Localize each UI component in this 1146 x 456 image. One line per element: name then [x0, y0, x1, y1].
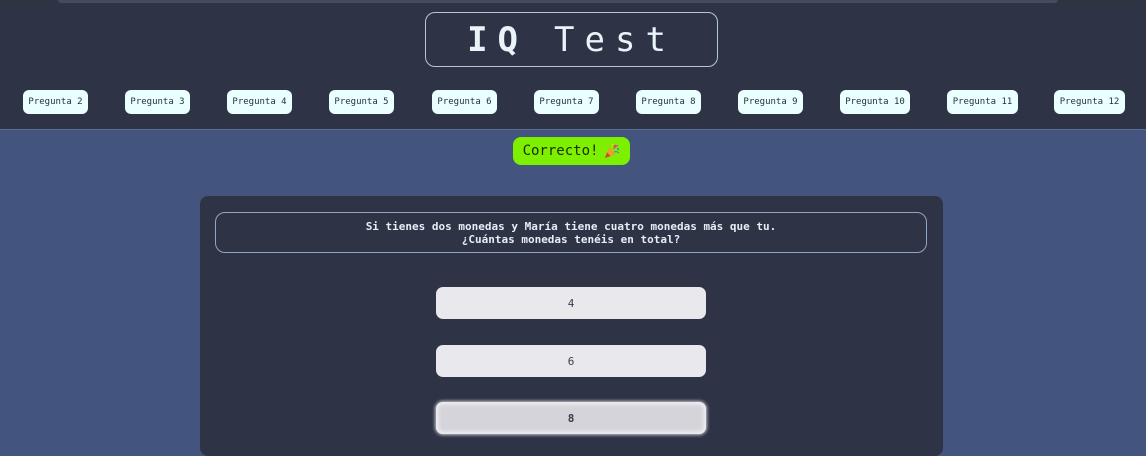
nav-question-3[interactable]: Pregunta 3: [125, 90, 190, 114]
nav-question-9[interactable]: Pregunta 9: [738, 90, 803, 114]
title-word: Test: [554, 19, 676, 60]
nav-question-5[interactable]: Pregunta 5: [329, 90, 394, 114]
nav-question-12[interactable]: Pregunta 12: [1054, 90, 1125, 114]
nav-question-2[interactable]: Pregunta 2: [23, 90, 88, 114]
nav-question-11[interactable]: Pregunta 11: [947, 90, 1018, 114]
party-popper-icon: [604, 143, 620, 159]
nav-question-7[interactable]: Pregunta 7: [534, 90, 599, 114]
answer-option-3[interactable]: 8: [436, 402, 706, 434]
question-nav: Pregunta 2 Pregunta 3 Pregunta 4 Pregunt…: [0, 90, 1146, 114]
answer-option-1[interactable]: 4: [436, 287, 706, 319]
nav-question-6[interactable]: Pregunta 6: [432, 90, 497, 114]
nav-question-10[interactable]: Pregunta 10: [840, 90, 910, 114]
title-bold-word: IQ: [467, 19, 529, 60]
question-text: Si tienes dos monedas y María tiene cuat…: [215, 212, 927, 253]
question-card: Si tienes dos monedas y María tiene cuat…: [200, 196, 943, 456]
scroll-edge: [58, 0, 1058, 3]
feedback-badge: Correcto!: [513, 137, 630, 165]
feedback-text: Correcto!: [522, 143, 599, 159]
page-title: IQ Test: [425, 12, 718, 67]
nav-question-8[interactable]: Pregunta 8: [636, 90, 701, 114]
answer-option-2[interactable]: 6: [436, 345, 706, 377]
question-line-2: ¿Cuántas monedas tenéis en total?: [461, 232, 681, 246]
question-line-1: Si tienes dos monedas y María tiene cuat…: [365, 219, 777, 233]
header: IQ Test Pregunta 2 Pregunta 3 Pregunta 4…: [0, 4, 1146, 130]
nav-question-4[interactable]: Pregunta 4: [227, 90, 292, 114]
